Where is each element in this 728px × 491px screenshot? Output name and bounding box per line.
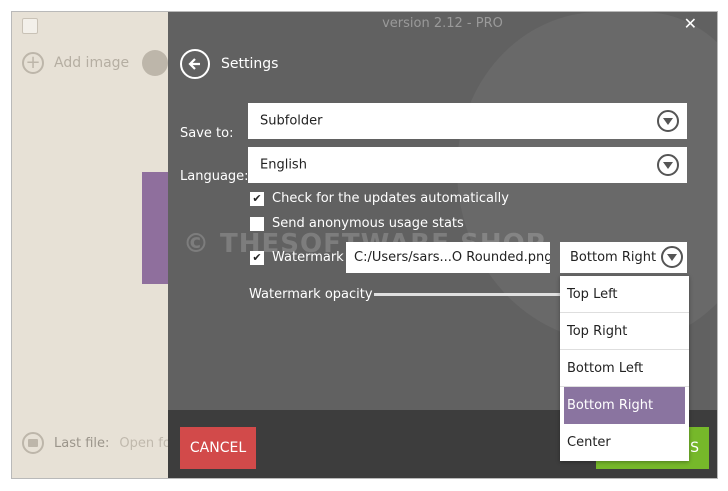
dropdown-option[interactable]: Center [560, 424, 689, 461]
watermark-position-select[interactable]: Bottom Right [560, 242, 687, 273]
chevron-down-icon [661, 246, 683, 268]
watermark-opacity-label: Watermark opacity [249, 287, 373, 302]
save-to-value: Subfolder [260, 113, 323, 129]
watermark-opacity-slider[interactable] [374, 293, 564, 296]
watermark-label: Watermark [272, 250, 344, 265]
plus-icon: + [22, 52, 44, 74]
dropdown-option-selected[interactable]: Bottom Right [564, 387, 685, 424]
save-to-label: Save to: [180, 126, 234, 141]
settings-title: Settings [221, 56, 279, 72]
chevron-down-icon [657, 154, 679, 176]
open-folder-link[interactable]: Open fo [119, 436, 170, 451]
language-label: Language: [180, 169, 249, 184]
check-updates-label: Check for the updates automatically [272, 191, 509, 206]
folder-icon[interactable] [22, 432, 44, 454]
language-value: English [260, 157, 307, 173]
add-folder-icon[interactable] [142, 50, 168, 76]
cancel-button[interactable]: CANCEL [180, 427, 256, 469]
dropdown-option[interactable]: Top Right [560, 313, 689, 350]
version-label: version 2.12 - PRO [382, 16, 503, 31]
back-button[interactable] [180, 49, 210, 79]
watermark-row[interactable]: ✔ Watermark [250, 250, 344, 265]
watermark-position-value: Bottom Right [570, 250, 657, 265]
add-image-button[interactable]: + Add image [22, 52, 129, 74]
check-updates-row[interactable]: ✔ Check for the updates automatically [250, 191, 509, 206]
arrow-left-icon [188, 58, 200, 70]
language-select[interactable]: English [248, 147, 687, 183]
dropdown-option[interactable]: Bottom Left [560, 350, 689, 387]
last-file-label: Last file: [54, 435, 110, 451]
app-icon [22, 18, 38, 34]
watermark-file-field[interactable]: C:/Users/sars...O Rounded.png [346, 242, 550, 273]
watermark-checkbox[interactable]: ✔ [250, 250, 264, 265]
save-to-select[interactable]: Subfolder [248, 103, 687, 139]
add-image-label: Add image [54, 55, 130, 71]
close-icon[interactable]: ✕ [684, 14, 697, 33]
last-file-row: Last file: Open fo [22, 432, 171, 454]
dropdown-option[interactable]: Top Left [560, 276, 689, 313]
chevron-down-icon [657, 110, 679, 132]
main-area: + Add image Last file: Open fo [12, 12, 182, 478]
check-updates-checkbox[interactable]: ✔ [250, 191, 264, 206]
position-dropdown: Top Left Top Right Bottom Left Bottom Ri… [560, 276, 689, 461]
